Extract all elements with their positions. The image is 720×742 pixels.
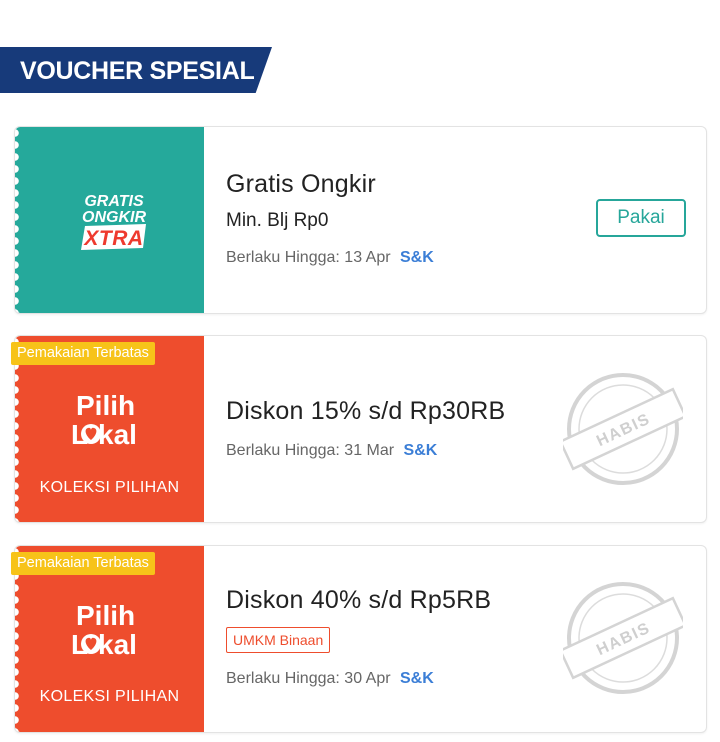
section-header: VOUCHER SPESIAL xyxy=(0,47,272,93)
voucher-title: Gratis Ongkir xyxy=(226,170,376,198)
svg-text:kal: kal xyxy=(98,419,137,450)
voucher-min-purchase: Min. Blj Rp0 xyxy=(226,210,329,231)
validity-text: Berlaku Hingga: 30 Apr xyxy=(226,670,391,687)
collection-label: KOLEKSI PILIHAN xyxy=(39,479,180,496)
svg-text:Pilih: Pilih xyxy=(76,600,135,631)
voucher-validity: Berlaku Hingga: 30 Apr S&K xyxy=(226,670,434,688)
terms-link[interactable]: S&K xyxy=(400,249,434,266)
section-title: VOUCHER SPESIAL xyxy=(20,57,255,85)
voucher-validity: Berlaku Hingga: 13 Apr S&K xyxy=(226,249,434,267)
use-voucher-button[interactable]: Pakai xyxy=(596,199,686,237)
svg-text:XTRA: XTRA xyxy=(83,227,143,250)
sold-out-stamp: HABIS xyxy=(563,373,683,485)
validity-text: Berlaku Hingga: 13 Apr xyxy=(226,249,391,266)
voucher-logo-panel: GRATIS ONGKIR XTRA xyxy=(15,127,204,313)
limited-usage-badge: Pemakaian Terbatas xyxy=(11,342,155,365)
limited-usage-badge: Pemakaian Terbatas xyxy=(11,552,155,575)
svg-text:kal: kal xyxy=(98,629,137,660)
svg-text:Pilih: Pilih xyxy=(76,390,135,421)
terms-link[interactable]: S&K xyxy=(400,670,434,687)
validity-text: Berlaku Hingga: 31 Mar xyxy=(226,442,395,459)
collection-label: KOLEKSI PILIHAN xyxy=(39,688,180,705)
svg-text:GRATIS: GRATIS xyxy=(84,193,144,210)
voucher-title: Diskon 40% s/d Rp5RB xyxy=(226,586,492,614)
gratis-ongkir-xtra-logo: GRATIS ONGKIR XTRA xyxy=(81,193,146,250)
umkm-badge: UMKM Binaan xyxy=(226,627,331,653)
terms-link[interactable]: S&K xyxy=(404,442,438,459)
svg-text:ONGKIR: ONGKIR xyxy=(82,209,146,226)
voucher-card-diskon-40[interactable]: Pilih kal L KOLEKSI PILIHAN Pemakaian Te… xyxy=(11,545,707,733)
voucher-card-gratis-ongkir[interactable]: GRATIS ONGKIR XTRA Gratis Ongkir Min. Bl… xyxy=(14,126,707,314)
sold-out-stamp: HABIS xyxy=(563,582,683,694)
voucher-title: Diskon 15% s/d Rp30RB xyxy=(226,397,506,425)
voucher-card-diskon-15[interactable]: Pilih kal L KOLEKSI PILIHAN Pemakaian Te… xyxy=(11,335,707,523)
voucher-validity: Berlaku Hingga: 31 Mar S&K xyxy=(226,442,437,460)
